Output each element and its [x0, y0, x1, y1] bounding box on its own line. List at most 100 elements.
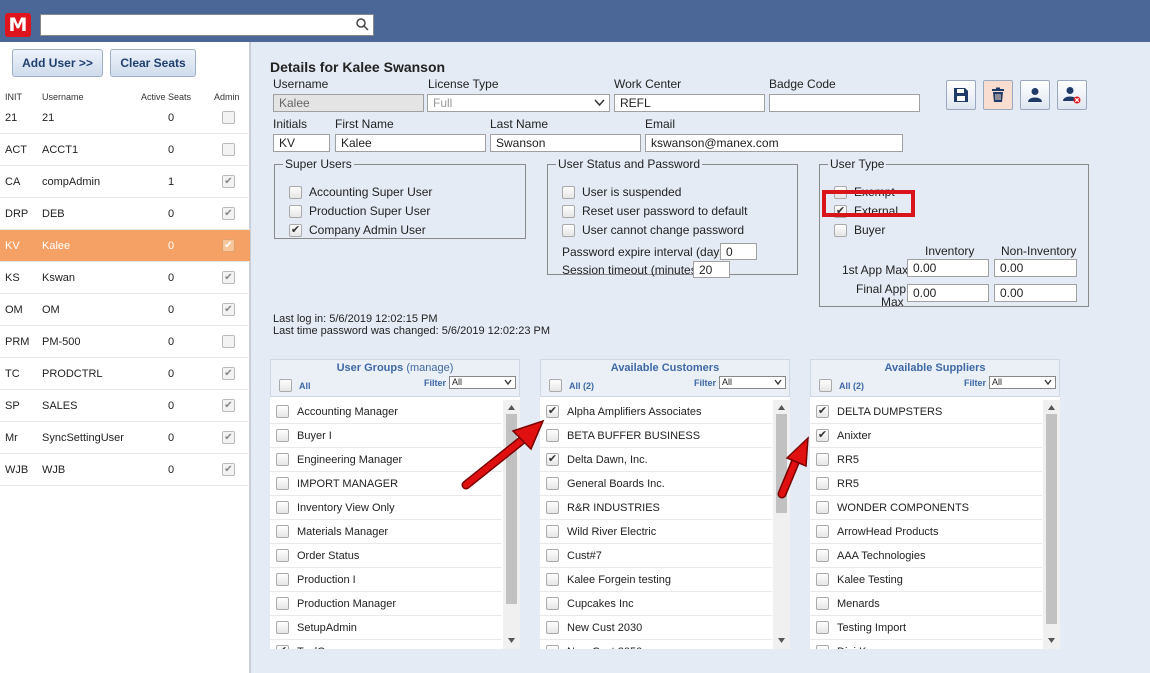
group-checkbox[interactable]	[276, 405, 289, 418]
user-row[interactable]: SP SALES 0 ✔	[0, 390, 250, 422]
supplier-row[interactable]: AAA Technologies	[810, 544, 1042, 568]
supplier-row[interactable]: ✔ Anixter	[810, 424, 1042, 448]
group-checkbox[interactable]	[276, 573, 289, 586]
groups-scrollbar[interactable]	[503, 400, 520, 649]
group-checkbox[interactable]	[276, 549, 289, 562]
user-status-checkbox[interactable]	[562, 185, 575, 199]
customer-row[interactable]: New Cust 2030	[540, 616, 772, 640]
customer-row[interactable]: Wild River Electric	[540, 520, 772, 544]
supplier-checkbox[interactable]	[816, 621, 829, 634]
group-row[interactable]: Accounting Manager	[270, 400, 502, 424]
customers-select-all[interactable]: All (2)	[549, 379, 594, 392]
supplier-row[interactable]: ArrowHead Products	[810, 520, 1042, 544]
col-active-seats[interactable]: Active Seats	[141, 92, 191, 102]
suppliers-scrollbar[interactable]	[1043, 400, 1060, 649]
user-row[interactable]: WJB WJB 0 ✔	[0, 454, 250, 486]
customer-row[interactable]: ✔ Alpha Amplifiers Associates	[540, 400, 772, 424]
supplier-checkbox[interactable]	[816, 549, 829, 562]
group-row[interactable]: Inventory View Only	[270, 496, 502, 520]
supplier-checkbox[interactable]	[816, 453, 829, 466]
customer-checkbox[interactable]	[546, 621, 559, 634]
super-user-checkbox[interactable]	[289, 204, 302, 218]
group-row[interactable]: ✔ TeqlC	[270, 640, 502, 649]
customer-checkbox[interactable]	[546, 549, 559, 562]
manage-groups-link[interactable]: (manage)	[406, 362, 453, 374]
supplier-checkbox[interactable]	[816, 501, 829, 514]
group-checkbox[interactable]	[276, 501, 289, 514]
scroll-down-icon[interactable]	[507, 636, 516, 645]
session-timeout-field[interactable]: 20	[693, 261, 730, 278]
group-checkbox[interactable]	[276, 621, 289, 634]
customer-row[interactable]: ✔ Delta Dawn, Inc.	[540, 448, 772, 472]
app-logo[interactable]: M	[5, 13, 31, 37]
group-row[interactable]: Buyer I	[270, 424, 502, 448]
suppliers-filter-select[interactable]: All	[989, 376, 1056, 389]
customer-row[interactable]: Kalee Forgein testing	[540, 568, 772, 592]
pw-expire-field[interactable]: 0	[720, 243, 757, 260]
groups-select-all[interactable]: All	[279, 379, 311, 392]
user-row[interactable]: PRM PM-500 0	[0, 326, 250, 358]
license-type-select[interactable]: Full	[427, 94, 610, 112]
add-user-button[interactable]: Add User >>	[12, 49, 103, 77]
supplier-row[interactable]: Menards	[810, 592, 1042, 616]
customer-checkbox[interactable]	[546, 573, 559, 586]
super-user-option[interactable]: Accounting Super User	[289, 185, 432, 199]
customer-row[interactable]: Cust#7	[540, 544, 772, 568]
user-row[interactable]: KV Kalee 0 ✔	[0, 230, 250, 262]
group-row[interactable]: Engineering Manager	[270, 448, 502, 472]
customers-scroll-thumb[interactable]	[776, 414, 787, 513]
customer-row[interactable]: R&R INDUSTRIES	[540, 496, 772, 520]
group-checkbox[interactable]	[276, 453, 289, 466]
supplier-checkbox[interactable]: ✔	[816, 429, 829, 442]
super-user-option[interactable]: ✔ Company Admin User	[289, 223, 426, 237]
user-row[interactable]: ACT ACCT1 0	[0, 134, 250, 166]
global-search-input[interactable]	[40, 14, 374, 36]
suppliers-scroll-thumb[interactable]	[1046, 414, 1057, 624]
supplier-checkbox[interactable]	[816, 525, 829, 538]
first-name-field[interactable]: Kalee	[335, 134, 486, 152]
group-row[interactable]: Materials Manager	[270, 520, 502, 544]
suppliers-select-all[interactable]: All (2)	[819, 379, 864, 392]
group-row[interactable]: Order Status	[270, 544, 502, 568]
user-status-option[interactable]: User is suspended	[562, 185, 681, 199]
col-admin[interactable]: Admin	[214, 92, 240, 102]
user-row[interactable]: KS Kswan 0 ✔	[0, 262, 250, 294]
group-checkbox[interactable]	[276, 597, 289, 610]
supplier-row[interactable]: WONDER COMPONENTS	[810, 496, 1042, 520]
customer-row[interactable]: New Cust 2050	[540, 640, 772, 649]
group-row[interactable]: IMPORT MANAGER	[270, 472, 502, 496]
customer-row[interactable]: BETA BUFFER BUSINESS	[540, 424, 772, 448]
col-init[interactable]: INIT	[5, 92, 22, 102]
supplier-row[interactable]: Testing Import	[810, 616, 1042, 640]
user-type-option[interactable]: Buyer	[834, 223, 885, 237]
supplier-checkbox[interactable]	[816, 477, 829, 490]
supplier-row[interactable]: ✔ DELTA DUMPSTERS	[810, 400, 1042, 424]
customer-checkbox[interactable]	[546, 645, 559, 649]
group-checkbox[interactable]	[276, 429, 289, 442]
supplier-checkbox[interactable]	[816, 597, 829, 610]
work-center-field[interactable]: REFL	[614, 94, 765, 112]
group-row[interactable]: SetupAdmin	[270, 616, 502, 640]
customers-scrollbar[interactable]	[773, 400, 790, 649]
last-name-field[interactable]: Swanson	[490, 134, 641, 152]
customer-checkbox[interactable]	[546, 525, 559, 538]
super-user-option[interactable]: Production Super User	[289, 204, 430, 218]
group-row[interactable]: Production I	[270, 568, 502, 592]
super-user-checkbox[interactable]: ✔	[289, 223, 302, 237]
user-row[interactable]: OM OM 0 ✔	[0, 294, 250, 326]
customer-checkbox[interactable]	[546, 429, 559, 442]
customer-checkbox[interactable]	[546, 501, 559, 514]
scroll-down-icon[interactable]	[777, 636, 786, 645]
supplier-row[interactable]: RR5	[810, 472, 1042, 496]
group-checkbox[interactable]: ✔	[276, 645, 289, 649]
customer-row[interactable]: General Boards Inc.	[540, 472, 772, 496]
super-user-checkbox[interactable]	[289, 185, 302, 199]
user-row[interactable]: Mr SyncSettingUser 0 ✔	[0, 422, 250, 454]
remove-user-button[interactable]	[1057, 80, 1087, 110]
scroll-up-icon[interactable]	[777, 403, 786, 412]
user-status-checkbox[interactable]	[562, 223, 575, 237]
user-row[interactable]: 21 21 0	[0, 102, 250, 134]
customer-row[interactable]: Cupcakes Inc	[540, 592, 772, 616]
user-status-option[interactable]: User cannot change password	[562, 223, 744, 237]
customer-checkbox[interactable]	[546, 597, 559, 610]
